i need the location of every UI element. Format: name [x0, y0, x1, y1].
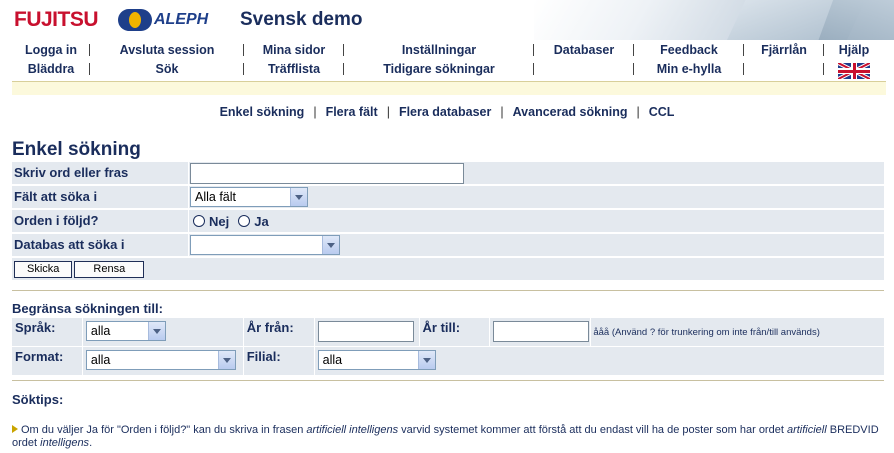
- fujitsu-logo: FUJITSU: [14, 8, 99, 31]
- aleph-mark-icon: [118, 9, 152, 31]
- limit-title: Begränsa sökningen till:: [12, 301, 163, 316]
- language-select[interactable]: alla: [85, 321, 166, 341]
- nav-row-1: Logga in Avsluta session Mina sidor Inst…: [12, 41, 884, 60]
- branch-select[interactable]: alla: [317, 350, 436, 370]
- language-switch[interactable]: [824, 60, 884, 79]
- tips-text-part: Om du väljer Ja för "Orden i följd?" kan…: [21, 424, 307, 436]
- format-select[interactable]: alla: [85, 350, 236, 370]
- tips-text: Om du väljer Ja för "Orden i följd?" kan…: [12, 424, 890, 450]
- search-type-tabs: Enkel sökning | Flera fält | Flera databaser…: [0, 105, 894, 119]
- order-label: Orden i följd?: [12, 210, 188, 232]
- main-nav: Logga in Avsluta session Mina sidor Inst…: [12, 41, 884, 79]
- tab-ccl[interactable]: CCL: [640, 105, 684, 119]
- nav-result-list[interactable]: Träfflista: [244, 60, 344, 79]
- database-label: Databas att söka i: [12, 234, 188, 256]
- chevron-down-icon[interactable]: [417, 351, 435, 369]
- search-label: Skriv ord eller fras: [12, 162, 188, 184]
- nav-end-session[interactable]: Avsluta session: [90, 41, 244, 60]
- tips-title: Söktips:: [12, 392, 64, 407]
- chevron-down-icon[interactable]: [217, 351, 235, 369]
- form-buttons: Skicka Rensa: [12, 258, 884, 280]
- nav-help[interactable]: Hjälp: [824, 41, 884, 60]
- form-row-order: Orden i följd? Nej Ja: [12, 210, 884, 232]
- chevron-down-icon[interactable]: [322, 236, 339, 254]
- tips-text-italic: artificiell: [786, 424, 827, 436]
- branch-label: Filial:: [246, 349, 281, 364]
- nav-previous-searches[interactable]: Tidigare sökningar: [344, 60, 534, 79]
- reset-button[interactable]: Rensa: [74, 260, 145, 278]
- tips-text-part: varvid systemet kommer att förstå att du…: [398, 424, 787, 436]
- chevron-down-icon[interactable]: [290, 188, 307, 206]
- nav-search[interactable]: Sök: [90, 60, 244, 79]
- year-from-label: År från:: [246, 320, 294, 335]
- bullet-arrow-icon: [12, 425, 18, 433]
- field-label: Fält att söka i: [12, 186, 188, 208]
- order-yes-label: Ja: [254, 213, 269, 229]
- nav-databases[interactable]: Databaser: [534, 41, 634, 60]
- tips-text-part: .: [89, 437, 93, 449]
- tab-multi-field[interactable]: Flera fält: [317, 105, 387, 119]
- field-select-value: Alla fält: [195, 190, 236, 204]
- field-select[interactable]: Alla fält: [190, 187, 308, 207]
- order-yes-radio[interactable]: [238, 215, 251, 227]
- tab-advanced-search[interactable]: Avancerad sökning: [504, 105, 637, 119]
- header-decoration: [534, 0, 894, 40]
- tab-multi-database[interactable]: Flera databaser: [390, 105, 500, 119]
- limit-row-2: Format: alla Filial: alla: [12, 347, 884, 375]
- page-title: Enkel sökning: [12, 139, 141, 160]
- uk-flag-icon[interactable]: [838, 63, 870, 79]
- nav-my-eshelf[interactable]: Min e-hylla: [634, 60, 744, 79]
- search-form: Skriv ord eller fras Fält att söka i All…: [12, 162, 884, 280]
- nav-login[interactable]: Logga in: [12, 41, 90, 60]
- nav-feedback[interactable]: Feedback: [634, 41, 744, 60]
- branch-select-value: alla: [322, 353, 343, 367]
- app-title: Svensk demo: [240, 9, 363, 30]
- nav-my-pages[interactable]: Mina sidor: [244, 41, 344, 60]
- tips-text-italic: intelligens: [40, 437, 90, 449]
- database-select[interactable]: [190, 235, 340, 255]
- nav-ill[interactable]: Fjärrlån: [744, 41, 824, 60]
- limit-row-1: Språk: alla År från: År till: ååå (Använ…: [12, 318, 884, 346]
- year-to-label: År till:: [422, 320, 461, 335]
- aleph-logo: ALEPH: [118, 9, 208, 31]
- nav-empty-cell: [744, 60, 824, 79]
- search-input[interactable]: [190, 162, 464, 184]
- nav-browse[interactable]: Bläddra: [12, 60, 90, 79]
- year-to-input[interactable]: [493, 321, 590, 342]
- format-label: Format:: [15, 349, 64, 364]
- order-no-label: Nej: [209, 213, 230, 229]
- section-divider: [12, 290, 884, 291]
- year-hint: ååå (Använd ? för trunkering om inte frå…: [593, 327, 820, 338]
- tab-simple-search[interactable]: Enkel sökning: [211, 105, 314, 119]
- section-divider: [12, 380, 884, 381]
- form-row-field: Fält att söka i Alla fält: [12, 186, 884, 208]
- nav-settings[interactable]: Inställningar: [344, 41, 534, 60]
- form-row-search: Skriv ord eller fras: [12, 162, 884, 184]
- notice-bar: [12, 81, 886, 95]
- format-select-value: alla: [90, 353, 111, 367]
- limit-form: Språk: alla År från: År till: ååå (Använ…: [12, 318, 884, 376]
- form-row-database: Databas att söka i: [12, 234, 884, 256]
- chevron-down-icon[interactable]: [147, 322, 165, 340]
- aleph-logo-text: ALEPH: [154, 11, 209, 28]
- year-from-input[interactable]: [317, 321, 414, 342]
- submit-button[interactable]: Skicka: [14, 260, 73, 278]
- order-no-radio[interactable]: [193, 215, 205, 227]
- tips-text-italic: artificiell intelligens: [306, 424, 399, 436]
- nav-empty-cell: [534, 60, 634, 79]
- language-select-value: alla: [90, 324, 111, 338]
- header: FUJITSU ALEPH Svensk demo: [0, 0, 894, 40]
- nav-row-2: Bläddra Sök Träfflista Tidigare sökninga…: [12, 60, 884, 79]
- language-label: Språk:: [15, 320, 56, 335]
